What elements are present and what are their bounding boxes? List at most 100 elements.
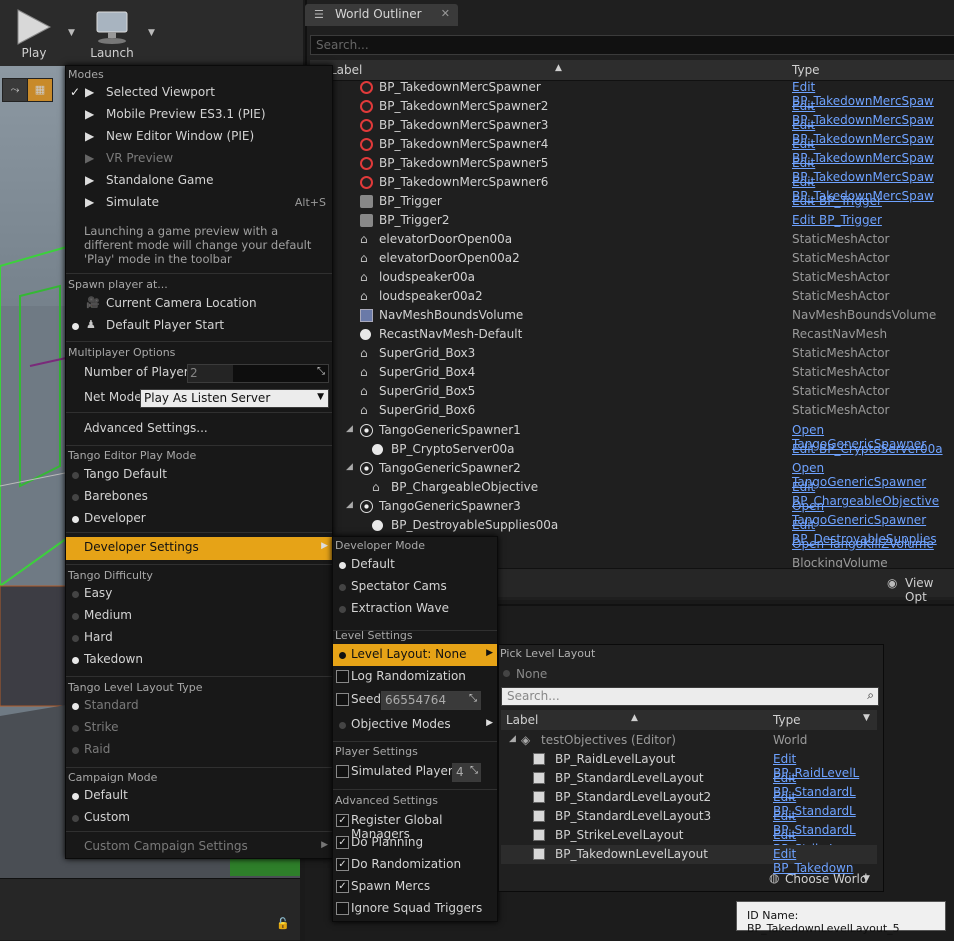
checkbox-checked-icon[interactable]: ✓	[336, 880, 349, 893]
advanced-setting-item[interactable]: ✓ Spawn Mercs	[333, 876, 497, 898]
level-layout-item[interactable]: Level Layout: None ▶	[333, 644, 497, 666]
spawn-camera-location[interactable]: 🎥 Current Camera Location	[66, 293, 332, 315]
close-icon[interactable]: ✕	[441, 7, 450, 20]
grid-snap-icon[interactable]: ▦	[27, 78, 53, 102]
outliner-row[interactable]: ⌂ loudspeaker00a StaticMeshActor	[310, 268, 954, 287]
net-mode-select[interactable]: Play As Listen Server ▼	[140, 389, 329, 408]
mode-item[interactable]: ▶ New Editor Window (PIE)	[66, 126, 332, 148]
radio-option[interactable]: Default	[66, 785, 332, 807]
outliner-row[interactable]: ⌂ SuperGrid_Box5 StaticMeshActor	[310, 382, 954, 401]
outliner-row[interactable]: BP_TakedownMercSpawner5 Edit BP_TakedownM…	[310, 154, 954, 184]
advanced-setting-item[interactable]: ✓ Do Randomization	[333, 854, 497, 876]
outliner-row[interactable]: BP_TakedownMercSpawner4 Edit BP_TakedownM…	[310, 135, 954, 165]
outliner-row[interactable]: ◢ TangoGenericSpawner1 Open TangoGenericSp…	[310, 421, 954, 451]
outliner-row-type[interactable]: Open TangoKillZVolume	[792, 537, 934, 551]
custom-campaign-settings-item[interactable]: Custom Campaign Settings ▶	[66, 836, 332, 858]
outliner-row[interactable]: BP_TakedownMercSpawner6 Edit BP_TakedownM…	[310, 173, 954, 203]
radio-option[interactable]: Default	[333, 554, 497, 576]
outliner-row[interactable]: RecastNavMesh-Default RecastNavMesh	[310, 325, 954, 344]
layout-row[interactable]: BP_StandardLevelLayout3 Edit BP_StandardL	[501, 807, 877, 837]
expander-open-icon[interactable]: ◢	[509, 734, 516, 744]
play-button[interactable]: Play	[4, 4, 64, 62]
pick-layout-search-input[interactable]: Search... ⌕	[501, 687, 879, 706]
checkbox-checked-icon[interactable]: ✓	[336, 858, 349, 871]
checkbox-unchecked-icon[interactable]	[336, 902, 349, 915]
expander-open-icon[interactable]: ◢	[346, 424, 353, 434]
outliner-row[interactable]: ⌂ elevatorDoorOpen00a2 StaticMeshActor	[310, 249, 954, 268]
col-label-header[interactable]: Label	[330, 63, 362, 77]
radio-option[interactable]: Standard	[66, 695, 332, 717]
col-type-header[interactable]: Type	[773, 713, 801, 727]
outliner-row-type[interactable]: Edit BP_Trigger	[792, 213, 882, 227]
outliner-row[interactable]: ⌂ BP_ChargeableObjective Edit BP_Chargeabl…	[310, 478, 954, 508]
outliner-row[interactable]: BP_TakedownMercSpawner3 Edit BP_TakedownM…	[310, 116, 954, 146]
outliner-row[interactable]: ◢ TangoGenericSpawner2 Open TangoGenericSp…	[310, 459, 954, 489]
log-randomization-item[interactable]: Log Randomization	[333, 666, 497, 688]
radio-option[interactable]: Easy	[66, 583, 332, 605]
outliner-row[interactable]: BP_CryptoServer00a Edit BP_CryptoServer00…	[310, 440, 954, 459]
outliner-row[interactable]: NavMeshBoundsVolume NavMeshBoundsVolume	[310, 306, 954, 325]
expander-open-icon[interactable]: ◢	[346, 500, 353, 510]
seed-input[interactable]: 66554764 ⤡	[381, 691, 481, 710]
outliner-row[interactable]: ⌂ loudspeaker00a2 StaticMeshActor	[310, 287, 954, 306]
radio-option[interactable]: Hard	[66, 627, 332, 649]
checkbox-unchecked-icon[interactable]	[336, 670, 349, 683]
radio-option[interactable]: Medium	[66, 605, 332, 627]
checkbox-checked-icon[interactable]: ✓	[336, 814, 349, 827]
outliner-row[interactable]: BP_DestroyableSupplies00a Edit BP_Destroy…	[310, 516, 954, 546]
radio-option[interactable]: Custom	[66, 807, 332, 829]
choose-world-button[interactable]: ◍ Choose World ▼	[769, 870, 879, 888]
radio-option[interactable]: Developer	[66, 508, 332, 530]
outliner-row[interactable]: ⌂ SuperGrid_Box4 StaticMeshActor	[310, 363, 954, 382]
chevron-down-icon[interactable]: ▼	[863, 713, 870, 723]
expander-open-icon[interactable]: ◢	[346, 462, 353, 472]
viewport-options-icon[interactable]: ⤳	[2, 78, 28, 102]
advanced-settings-item[interactable]: Advanced Settings...	[66, 418, 332, 440]
outliner-row[interactable]: BP_Trigger2 Edit BP_Trigger	[310, 211, 954, 230]
launch-button[interactable]: Launch	[82, 4, 142, 62]
outliner-row[interactable]: BP_TakedownMercSpawner Edit BP_TakedownMe…	[310, 78, 954, 108]
mode-item[interactable]: ▶ Simulate Alt+S	[66, 192, 332, 214]
checkbox-unchecked-icon[interactable]	[336, 765, 349, 778]
outliner-row[interactable]: BP_TakedownMercSpawner2 Edit BP_TakedownM…	[310, 97, 954, 127]
pick-none-item[interactable]: None	[499, 665, 699, 685]
outliner-row[interactable]: ⌂ SuperGrid_Box3 StaticMeshActor	[310, 344, 954, 363]
view-options-button[interactable]: View Opt	[905, 576, 954, 604]
radio-option[interactable]: Extraction Wave	[333, 598, 497, 620]
spawn-default-player-start[interactable]: ♟ Default Player Start	[66, 315, 332, 337]
outliner-row[interactable]: ◢ TangoGenericSpawner3 Open TangoGenericSp…	[310, 497, 954, 527]
layout-row[interactable]: BP_StrikeLevelLayoutEdit BP_StrikeLeve	[501, 826, 877, 856]
advanced-setting-item[interactable]: ✓ Register Global Managers	[333, 810, 497, 841]
eye-icon[interactable]: ◉	[887, 576, 897, 590]
number-of-players-input[interactable]: 2 ⤡	[187, 364, 329, 383]
launch-options-caret-icon[interactable]: ▼	[148, 28, 158, 38]
advanced-setting-item[interactable]: Ignore Squad Triggers	[333, 898, 497, 920]
mode-item[interactable]: ▶ Mobile Preview ES3.1 (PIE)	[66, 104, 332, 126]
simulated-players-input[interactable]: 4 ⤡	[452, 763, 481, 782]
outliner-row[interactable]: ⌂ SuperGrid_Box6 StaticMeshActor	[310, 401, 954, 420]
layout-row[interactable]: BP_TakedownLevelLayout Edit BP_Takedown	[501, 845, 877, 875]
radio-option[interactable]: Takedown	[66, 649, 332, 671]
advanced-setting-item[interactable]: ✓ Do Planning	[333, 832, 497, 854]
outliner-row-type[interactable]: Edit BP_CryptoServer00a	[792, 442, 943, 456]
outliner-search-input[interactable]: Search...	[310, 35, 954, 55]
radio-option[interactable]: Strike	[66, 717, 332, 739]
radio-option[interactable]: Tango Default	[66, 464, 332, 486]
play-options-caret-icon[interactable]: ▼	[68, 28, 78, 38]
col-label-header[interactable]: Label	[506, 713, 538, 727]
outliner-row-type[interactable]: Edit BP_Trigger	[792, 194, 882, 208]
radio-option[interactable]: Spectator Cams	[333, 576, 497, 598]
mode-item[interactable]: ▶ VR Preview	[66, 148, 332, 170]
outliner-row[interactable]: ⌂ elevatorDoorOpen00a StaticMeshActor	[310, 230, 954, 249]
world-row[interactable]: ◢ ◈ testObjectives (Editor) World	[501, 731, 877, 750]
mode-item[interactable]: ✓ ▶ Selected Viewport	[66, 82, 332, 104]
col-type-header[interactable]: Type	[792, 63, 820, 77]
layout-row[interactable]: BP_StandardLevelLayout2 Edit BP_StandardL	[501, 788, 877, 818]
radio-option[interactable]: Barebones	[66, 486, 332, 508]
checkbox-unchecked-icon[interactable]	[336, 693, 349, 706]
layout-row[interactable]: BP_RaidLevelLayout Edit BP_RaidLevelL	[501, 750, 877, 780]
outliner-row[interactable]: BP_Trigger Edit BP_Trigger	[310, 192, 954, 211]
lock-icon[interactable]: 🔓	[276, 917, 290, 930]
checkbox-checked-icon[interactable]: ✓	[336, 836, 349, 849]
objective-modes-item[interactable]: Objective Modes ▶	[333, 714, 497, 736]
